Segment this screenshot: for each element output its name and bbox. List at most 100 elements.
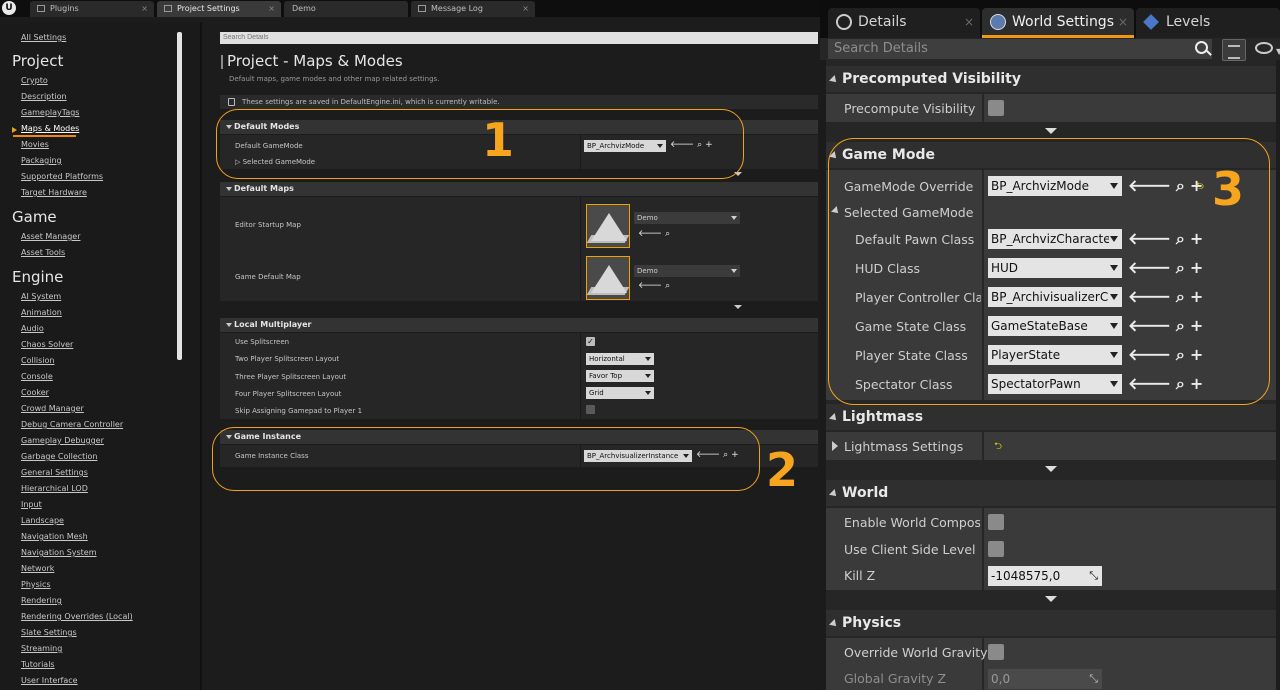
sidebar-item-crypto[interactable]: Crypto	[21, 76, 48, 85]
expand-advanced-icon[interactable]	[1045, 466, 1057, 472]
resize-arrows-icon[interactable]: ⤡	[1089, 566, 1098, 586]
expand-advanced-icon[interactable]	[1045, 596, 1057, 602]
sidebar-item-rendering-overrides-local[interactable]: Rendering Overrides (Local)	[21, 612, 133, 621]
sidebar-item-streaming[interactable]: Streaming	[21, 644, 62, 653]
sidebar-item-audio[interactable]: Audio	[21, 324, 44, 333]
map-thumbnail[interactable]	[586, 256, 630, 300]
sidebar-item-landscape[interactable]: Landscape	[21, 516, 64, 525]
editor-startup-map-dropdown[interactable]: Demo	[634, 212, 740, 224]
sidebar-section-title: Project	[12, 52, 64, 70]
sidebar-item-supported-platforms[interactable]: Supported Platforms	[21, 172, 103, 181]
override-world-gravity-checkbox[interactable]	[988, 644, 1004, 660]
sidebar-all-settings[interactable]: All Settings	[21, 33, 66, 42]
search-details-input[interactable]	[220, 32, 818, 44]
enable-world-composition-checkbox[interactable]	[988, 514, 1004, 530]
two-player-layout-label: Two Player Splitscreen Layout	[235, 355, 340, 363]
sidebar-scrollbar[interactable]	[177, 32, 182, 360]
category-default-maps[interactable]: Default Maps	[220, 182, 818, 196]
sidebar-item-gameplaytags[interactable]: GameplayTags	[21, 108, 79, 117]
category-lightmass[interactable]: Lightmass	[826, 404, 1280, 430]
tab-project-settings[interactable]: Project Settings ×	[157, 1, 281, 17]
use-splitscreen-checkbox[interactable]: ✓	[586, 337, 595, 346]
four-player-layout-dropdown[interactable]: Grid	[586, 387, 654, 399]
close-icon[interactable]: ×	[964, 8, 974, 36]
kill-z-input[interactable]: -1048575,0 ⤡	[988, 566, 1102, 586]
sidebar-item-gameplay-debugger[interactable]: Gameplay Debugger	[21, 436, 104, 445]
sidebar-item-tutorials[interactable]: Tutorials	[21, 660, 55, 669]
page-subtitle: Default maps, game modes and other map r…	[229, 75, 440, 83]
skip-gamepad-checkbox[interactable]	[586, 405, 595, 414]
sidebar-item-input[interactable]: Input	[21, 500, 42, 509]
column-splitter[interactable]	[580, 333, 581, 419]
expand-arrow-icon[interactable]	[832, 441, 838, 451]
category-physics[interactable]: Physics	[826, 610, 1280, 636]
tab-details[interactable]: Details ×	[828, 8, 980, 38]
game-default-map-dropdown[interactable]: Demo	[634, 265, 740, 277]
sidebar-item-animation[interactable]: Animation	[21, 308, 62, 317]
map-actions[interactable]: 🡐⌕	[638, 280, 673, 291]
two-player-layout-dropdown[interactable]: Horizontal	[586, 353, 654, 365]
info-icon	[836, 14, 852, 30]
sidebar-item-chaos-solver[interactable]: Chaos Solver	[21, 340, 73, 349]
close-icon[interactable]: ×	[268, 1, 275, 16]
tab-levels[interactable]: Levels	[1136, 8, 1280, 38]
sidebar-item-ai-system[interactable]: AI System	[21, 292, 61, 301]
tab-demo[interactable]: Demo	[284, 1, 408, 17]
global-gravity-z-label: Global Gravity Z	[844, 671, 947, 686]
map-actions[interactable]: 🡐⌕	[638, 228, 673, 239]
search-details-input[interactable]: Search Details	[828, 39, 1212, 59]
sidebar-item-movies[interactable]: Movies	[21, 140, 49, 149]
sidebar-item-slate-settings[interactable]: Slate Settings	[21, 628, 77, 637]
tab-world-settings[interactable]: World Settings ×	[982, 8, 1134, 38]
lock-icon	[228, 98, 235, 106]
map-thumbnail[interactable]	[586, 204, 630, 248]
tab-plugins[interactable]: Plugins ×	[30, 1, 154, 17]
view-options-button[interactable]	[1222, 39, 1246, 61]
column-splitter[interactable]	[580, 197, 581, 301]
category-world[interactable]: World	[826, 480, 1280, 506]
sidebar-item-navigation-mesh[interactable]: Navigation Mesh	[21, 532, 88, 541]
reset-to-default-icon[interactable]: ⮌	[994, 439, 1002, 456]
three-player-layout-dropdown[interactable]: Favor Top	[586, 370, 654, 382]
sidebar-item-console[interactable]: Console	[21, 372, 53, 381]
sidebar-item-maps-modes[interactable]: Maps & Modes	[21, 124, 79, 133]
sidebar-item-cooker[interactable]: Cooker	[21, 388, 49, 397]
column-splitter[interactable]	[982, 432, 984, 460]
global-gravity-z-input[interactable]: 0,0 ⤡	[988, 669, 1102, 689]
eye-icon[interactable]	[1255, 42, 1273, 54]
sidebar-item-general-settings[interactable]: General Settings	[21, 468, 88, 477]
sidebar-item-collision[interactable]: Collision	[21, 356, 55, 365]
sidebar-item-asset-tools[interactable]: Asset Tools	[21, 248, 65, 257]
panel-scrollbar[interactable]	[1276, 60, 1280, 690]
sidebar-item-garbage-collection[interactable]: Garbage Collection	[21, 452, 97, 461]
sidebar-item-navigation-system[interactable]: Navigation System	[21, 548, 97, 557]
column-splitter[interactable]	[982, 94, 984, 122]
unreal-logo-icon[interactable]: U	[2, 1, 16, 15]
tab-message-log[interactable]: Message Log ×	[411, 1, 535, 17]
close-icon[interactable]: ×	[141, 1, 148, 16]
close-icon[interactable]: ×	[522, 1, 529, 16]
search-icon[interactable]	[1195, 41, 1208, 54]
sidebar-item-hierarchical-lod[interactable]: Hierarchical LOD	[21, 484, 88, 493]
precompute-visibility-checkbox[interactable]	[988, 100, 1004, 116]
chevron-down-icon[interactable]: ▼	[1276, 47, 1280, 56]
sidebar-item-description[interactable]: Description	[21, 92, 67, 101]
sidebar-item-asset-manager[interactable]: Asset Manager	[21, 232, 80, 241]
sidebar-item-debug-camera-controller[interactable]: Debug Camera Controller	[21, 420, 123, 429]
sidebar-item-target-hardware[interactable]: Target Hardware	[21, 188, 87, 197]
sidebar-item-network[interactable]: Network	[21, 564, 54, 573]
sidebar-item-packaging[interactable]: Packaging	[21, 156, 62, 165]
sidebar-item-user-interface[interactable]: User Interface	[21, 676, 78, 685]
column-splitter[interactable]	[982, 508, 984, 590]
category-local-multiplayer[interactable]: Local Multiplayer	[220, 318, 818, 332]
highlight-outline-3	[828, 138, 1270, 405]
client-side-streaming-checkbox[interactable]	[988, 541, 1004, 557]
sidebar-item-rendering[interactable]: Rendering	[21, 596, 62, 605]
expand-advanced-icon[interactable]	[734, 305, 742, 309]
sidebar-item-physics[interactable]: Physics	[21, 580, 51, 589]
resize-arrows-icon[interactable]: ⤡	[1089, 669, 1098, 689]
category-precomputed-visibility[interactable]: Precomputed Visibility	[826, 66, 1280, 92]
close-icon[interactable]: ×	[1118, 8, 1128, 36]
sidebar-item-crowd-manager[interactable]: Crowd Manager	[21, 404, 84, 413]
expand-advanced-icon[interactable]	[1045, 128, 1057, 134]
